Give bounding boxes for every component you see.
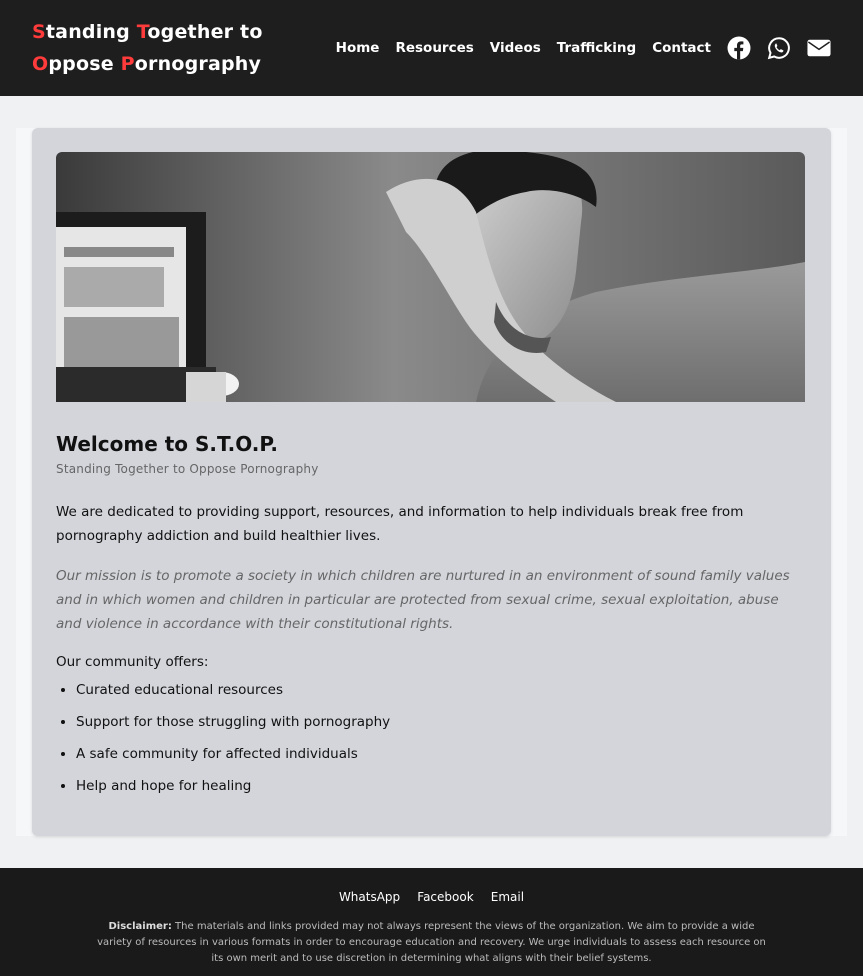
- main-content: Welcome to S.T.O.P. Standing Together to…: [0, 96, 863, 868]
- offers-list: Curated educational resources Support fo…: [56, 680, 807, 796]
- nav-trafficking[interactable]: Trafficking: [557, 40, 636, 56]
- nav-home[interactable]: Home: [336, 40, 380, 56]
- nav-videos[interactable]: Videos: [490, 40, 541, 56]
- logo-letter-o: O: [32, 53, 49, 75]
- list-item: Support for those struggling with pornog…: [76, 712, 807, 732]
- welcome-card: Welcome to S.T.O.P. Standing Together to…: [32, 128, 831, 836]
- mission-statement: Our mission is to promote a society in w…: [56, 568, 790, 632]
- list-item: A safe community for affected individual…: [76, 744, 807, 764]
- list-item: Help and hope for healing: [76, 776, 807, 796]
- page-title: Welcome to S.T.O.P.: [56, 432, 278, 456]
- logo-letter-p: P: [120, 53, 135, 75]
- logo-word: tanding: [45, 21, 137, 43]
- logo-word: ornography: [134, 53, 262, 75]
- offers-heading: Our community offers:: [56, 654, 209, 670]
- logo-letter-s: S: [32, 21, 46, 43]
- logo-line-1: Standing Together to: [32, 16, 263, 48]
- site-logo[interactable]: Standing Together to Oppose Pornography: [32, 16, 263, 80]
- facebook-icon[interactable]: [727, 36, 751, 60]
- disclaimer-label: Disclaimer:: [108, 921, 172, 932]
- nav-contact[interactable]: Contact: [652, 40, 711, 56]
- nav-resources[interactable]: Resources: [395, 40, 473, 56]
- envelope-icon[interactable]: [807, 36, 831, 60]
- footer-link-whatsapp[interactable]: WhatsApp: [339, 890, 400, 904]
- site-footer: WhatsApp Facebook Email Disclaimer: The …: [0, 868, 863, 976]
- intro-paragraph: We are dedicated to providing support, r…: [56, 504, 744, 544]
- list-item: Curated educational resources: [76, 680, 807, 700]
- disclaimer-text: The materials and links provided may not…: [97, 921, 766, 964]
- footer-disclaimer: Disclaimer: The materials and links prov…: [97, 919, 767, 967]
- content-panel: Welcome to S.T.O.P. Standing Together to…: [16, 128, 847, 836]
- whatsapp-icon[interactable]: [767, 36, 791, 60]
- page-subtitle: Standing Together to Oppose Pornography: [56, 462, 319, 476]
- footer-links: WhatsApp Facebook Email: [0, 886, 863, 905]
- main-nav: Home Resources Videos Trafficking Contac…: [336, 36, 831, 60]
- logo-letter-t: T: [136, 21, 148, 43]
- logo-word: ogether to: [147, 21, 263, 43]
- footer-link-facebook[interactable]: Facebook: [417, 890, 473, 904]
- logo-line-2: Oppose Pornography: [32, 48, 263, 80]
- hero-image: [56, 152, 805, 402]
- social-icons: [727, 36, 831, 60]
- footer-link-email[interactable]: Email: [491, 890, 524, 904]
- logo-word: ppose: [48, 53, 121, 75]
- site-header: Standing Together to Oppose Pornography …: [0, 0, 863, 96]
